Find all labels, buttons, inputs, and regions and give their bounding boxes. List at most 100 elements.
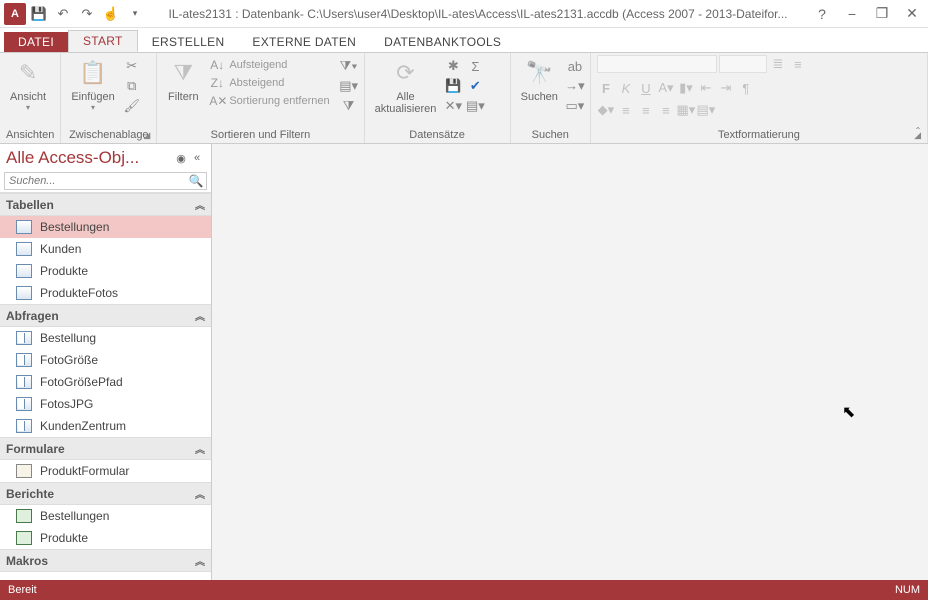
binoculars-icon: 🔭	[523, 57, 555, 89]
filter-button[interactable]: ⧩ Filtern	[163, 55, 203, 105]
nav-search-input[interactable]	[5, 173, 186, 189]
group-collapse-icon[interactable]: ︽	[195, 486, 205, 501]
nav-group-header[interactable]: Formulare︽	[0, 437, 211, 460]
report-icon	[16, 509, 32, 523]
select-icon[interactable]: ▭▾	[566, 97, 584, 115]
nav-item[interactable]: ProduktFormular	[0, 460, 211, 482]
nav-item-label: Produkte	[40, 264, 88, 278]
toggle-filter-icon[interactable]: ⧩	[340, 97, 358, 115]
redo-icon[interactable]: ↷	[76, 3, 98, 25]
refresh-all-button[interactable]: ⟳ Alle aktualisieren	[371, 55, 441, 117]
tab-erstellen[interactable]: ERSTELLEN	[138, 32, 239, 52]
numbering-icon[interactable]: ≡	[789, 55, 807, 73]
totals-icon[interactable]: Σ	[466, 57, 484, 75]
undo-icon[interactable]: ↶	[52, 3, 74, 25]
collapse-ribbon-icon[interactable]: ˆ	[916, 125, 920, 139]
nav-item-label: ProduktFormular	[40, 464, 129, 478]
align-center-icon[interactable]: ≡	[637, 101, 655, 119]
sort-asc-button[interactable]: A↓Aufsteigend	[207, 57, 331, 73]
selection-filter-icon[interactable]: ⧩▾	[340, 57, 358, 75]
ansicht-button[interactable]: ✎ Ansicht ▾	[6, 55, 50, 114]
group-collapse-icon[interactable]: ︽	[195, 553, 205, 568]
clipboard-dialog-launcher-icon[interactable]: ◢	[143, 130, 150, 141]
spelling-icon[interactable]: ✔	[466, 77, 484, 95]
nav-group-name: Makros	[6, 554, 48, 568]
replace-icon[interactable]: ab	[566, 57, 584, 75]
nav-item[interactable]: Produkte	[0, 260, 211, 282]
paste-button[interactable]: 📋 Einfügen ▾	[67, 55, 118, 114]
bold-icon[interactable]: F	[597, 79, 615, 97]
goto-icon[interactable]: →▾	[566, 77, 584, 95]
nav-item[interactable]: ProdukteFotos	[0, 282, 211, 304]
format-painter-icon[interactable]: 🖌	[123, 97, 141, 115]
find-button[interactable]: 🔭 Suchen	[517, 55, 562, 105]
tab-start[interactable]: START	[68, 30, 138, 52]
query-icon	[16, 331, 32, 345]
gridlines-icon[interactable]: ▦▾	[677, 101, 695, 119]
nav-search-icon[interactable]: 🔍	[186, 173, 206, 189]
ribbon-tabs: DATEI STARTERSTELLENEXTERNE DATENDATENBA…	[0, 28, 928, 52]
underline-icon[interactable]: U	[637, 79, 655, 97]
nav-item[interactable]: FotoGrößePfad	[0, 371, 211, 393]
qat-customize-icon[interactable]: ▾	[124, 3, 146, 25]
new-record-icon[interactable]: ✱	[444, 57, 462, 75]
tab-datenbanktools[interactable]: DATENBANKTOOLS	[370, 32, 515, 52]
nav-group-header[interactable]: Makros ︽	[0, 549, 211, 572]
nav-item[interactable]: Kunden	[0, 238, 211, 260]
sort-asc-label: Aufsteigend	[229, 59, 287, 71]
close-icon[interactable]: ✕	[900, 3, 924, 25]
minimize-icon[interactable]: −	[840, 3, 864, 25]
more-records-icon[interactable]: ▤▾	[466, 97, 484, 115]
sort-desc-button[interactable]: Z↓Absteigend	[207, 75, 331, 91]
alt-row-color-icon[interactable]: ▤▾	[697, 101, 715, 119]
nav-item[interactable]: Bestellungen	[0, 505, 211, 527]
copy-icon[interactable]: ⧉	[123, 77, 141, 95]
font-family-select[interactable]	[597, 55, 717, 73]
nav-item[interactable]: FotosJPG	[0, 393, 211, 415]
navigation-pane: Alle Access-Obj... ◉ « 🔍 Tabellen︽Bestel…	[0, 144, 212, 580]
advanced-filter-icon[interactable]: ▤▾	[340, 77, 358, 95]
nav-item-label: Bestellung	[40, 331, 96, 345]
nav-item[interactable]: Bestellungen	[0, 216, 211, 238]
nav-object-list[interactable]: Tabellen︽BestellungenKundenProdukteProdu…	[0, 192, 211, 580]
save-icon[interactable]: 💾	[28, 3, 50, 25]
align-left-icon[interactable]: ≡	[617, 101, 635, 119]
group-sort-filter: ⧩ Filtern A↓Aufsteigend Z↓Absteigend A✕S…	[157, 53, 364, 143]
nav-item[interactable]: Bestellung	[0, 327, 211, 349]
group-collapse-icon[interactable]: ︽	[195, 308, 205, 323]
touch-mode-icon[interactable]: ☝	[100, 3, 122, 25]
nav-header[interactable]: Alle Access-Obj... ◉ «	[0, 144, 211, 172]
nav-group-header[interactable]: Abfragen︽	[0, 304, 211, 327]
align-right-icon[interactable]: ≡	[657, 101, 675, 119]
ltr-icon[interactable]: ¶	[737, 79, 755, 97]
tab-file[interactable]: DATEI	[4, 32, 68, 52]
nav-group-header[interactable]: Tabellen︽	[0, 193, 211, 216]
report-icon	[16, 531, 32, 545]
tab-externe daten[interactable]: EXTERNE DATEN	[238, 32, 370, 52]
save-record-icon[interactable]: 💾	[444, 77, 462, 95]
indent-dec-icon[interactable]: ⇤	[697, 79, 715, 97]
cut-icon[interactable]: ✂	[123, 57, 141, 75]
nav-collapse-icon[interactable]: «	[189, 152, 205, 164]
sort-clear-button[interactable]: A✕Sortierung entfernen	[207, 93, 331, 109]
font-size-select[interactable]	[719, 55, 767, 73]
group-collapse-icon[interactable]: ︽	[195, 197, 205, 212]
nav-item[interactable]: KundenZentrum	[0, 415, 211, 437]
restore-icon[interactable]: ❐	[870, 3, 894, 25]
bullets-icon[interactable]: ≣	[769, 55, 787, 73]
delete-record-icon[interactable]: ✕▾	[444, 97, 462, 115]
group-collapse-icon[interactable]: ︽	[195, 441, 205, 456]
highlight-icon[interactable]: ▮▾	[677, 79, 695, 97]
status-left: Bereit	[8, 584, 37, 596]
indent-inc-icon[interactable]: ⇥	[717, 79, 735, 97]
font-color-icon[interactable]: A▾	[657, 79, 675, 97]
sort-clear-icon: A✕	[209, 94, 225, 108]
nav-item[interactable]: Produkte	[0, 527, 211, 549]
nav-item[interactable]: FotoGröße	[0, 349, 211, 371]
fill-color-icon[interactable]: ◆▾	[597, 101, 615, 119]
italic-icon[interactable]: K	[617, 79, 635, 97]
window-controls: ? − ❐ ✕	[810, 3, 924, 25]
nav-filter-icon[interactable]: ◉	[173, 152, 189, 165]
help-icon[interactable]: ?	[810, 3, 834, 25]
nav-group-header[interactable]: Berichte︽	[0, 482, 211, 505]
